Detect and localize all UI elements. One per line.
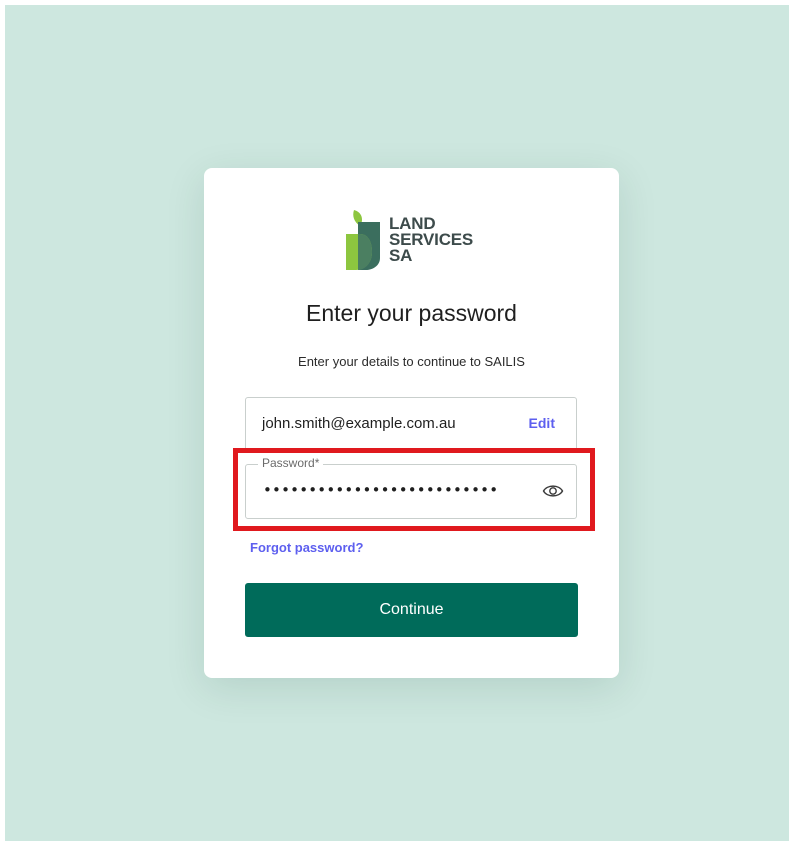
eye-icon[interactable] [542,482,564,500]
page-subtitle: Enter your details to continue to SAILIS [298,354,525,369]
page-title: Enter your password [306,300,517,326]
email-value: john.smith@example.com.au [262,415,456,432]
logo-wordmark: LAND SERVICES SA [389,214,474,265]
continue-button[interactable]: Continue [245,583,578,637]
forgot-password-link[interactable]: Forgot password? [250,540,363,555]
password-label: Password* [258,456,324,470]
login-card: LAND SERVICES SA Enter your password Ent… [204,168,619,678]
email-display: john.smith@example.com.au Edit [245,397,577,449]
password-input[interactable]: •••••••••••••••••••••••••• [263,481,498,499]
edit-email-link[interactable]: Edit [529,415,555,431]
brand-logo: LAND SERVICES SA [344,208,484,274]
logo-leaf-icon [346,210,380,270]
password-field[interactable]: Password* •••••••••••••••••••••••••• [245,456,577,519]
